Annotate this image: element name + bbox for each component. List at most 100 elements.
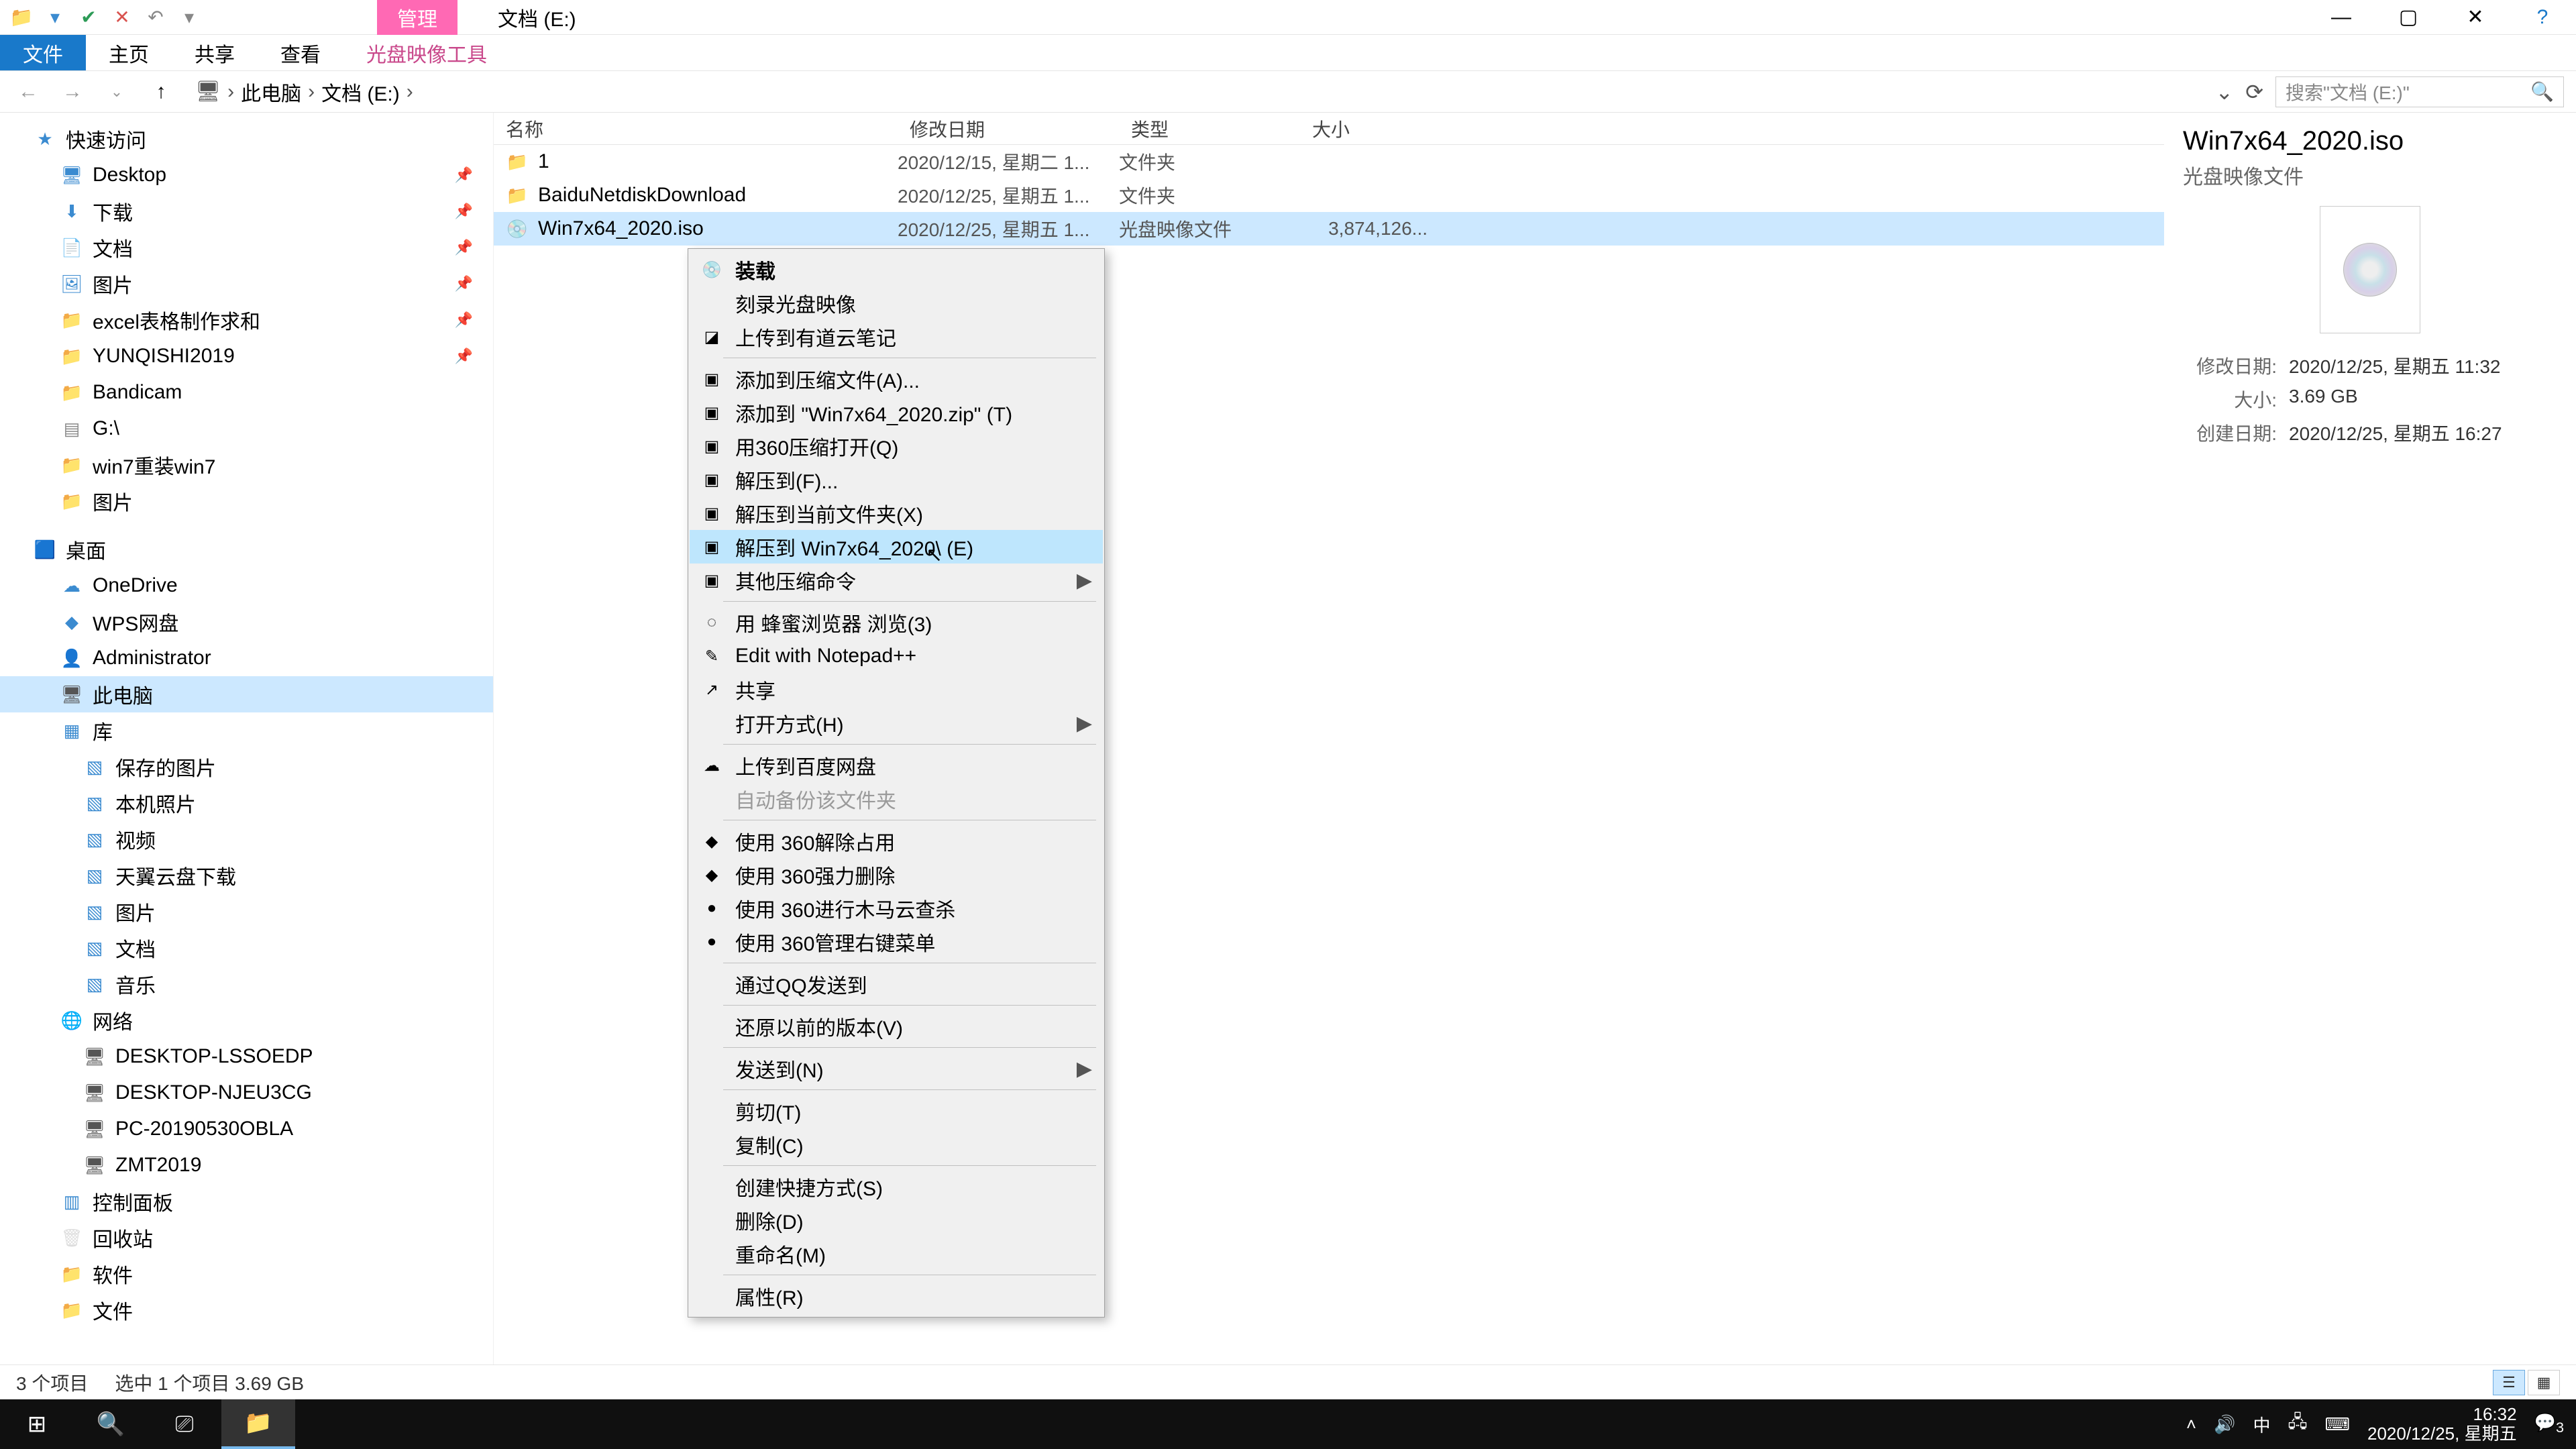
column-header-date[interactable]: 修改日期 [898,115,1119,142]
address-dropdown-icon[interactable]: ⌄ [2215,79,2233,105]
search-input[interactable]: 搜索"文档 (E:)" 🔍 [2275,76,2564,107]
context-menu-item[interactable]: ▣添加到压缩文件(A)... [690,362,1103,396]
nav-item[interactable]: ▧本机照片 [0,785,493,821]
context-menu-item[interactable]: ☁上传到百度网盘 [690,749,1103,782]
nav-back-button[interactable]: ← [12,76,44,108]
nav-item[interactable]: ▧视频 [0,821,493,857]
file-row[interactable]: 📁12020/12/15, 星期二 1...文件夹 [494,145,2164,178]
context-menu-item[interactable]: 通过QQ发送到 [690,967,1103,1001]
qat-undo-icon[interactable]: ↶ [142,4,169,31]
context-menu-item[interactable]: ▣其他压缩命令▶ [690,564,1103,597]
context-menu-item[interactable]: 删除(D) [690,1203,1103,1237]
context-menu-item[interactable]: ▣解压到 Win7x64_2020\ (E) [690,530,1103,564]
nav-item[interactable]: ▥控制面板 [0,1183,493,1220]
tab-view[interactable]: 查看 [258,35,343,70]
qat-dropdown-icon[interactable]: ▾ [176,4,203,31]
context-menu-item[interactable]: ▣解压到(F)... [690,463,1103,496]
task-view-button[interactable]: ⎚ [148,1399,221,1449]
context-menu-item[interactable]: 还原以前的版本(V) [690,1010,1103,1043]
context-menu-item[interactable]: ▣解压到当前文件夹(X) [690,496,1103,530]
tray-overflow-icon[interactable]: ˄ [2186,1414,2196,1435]
context-menu-item[interactable]: 打开方式(H)▶ [690,706,1103,740]
nav-item[interactable]: ▧天翼云盘下载 [0,857,493,894]
help-button[interactable]: ? [2509,0,2576,35]
nav-item[interactable]: 🖥DESKTOP-LSSOEDP [0,1038,493,1075]
nav-item[interactable]: 📁图片 [0,483,493,519]
network-icon[interactable]: 🖧 [2288,1409,2307,1439]
volume-icon[interactable]: 🔊 [2214,1414,2235,1435]
column-header-type[interactable]: 类型 [1119,115,1300,142]
context-menu-item[interactable]: 发送到(N)▶ [690,1052,1103,1085]
nav-item[interactable]: ▧保存的图片 [0,749,493,785]
nav-item[interactable]: ☁OneDrive [0,568,493,604]
context-menu-item[interactable]: ✎Edit with Notepad++ [690,639,1103,673]
maximize-button[interactable]: ▢ [2375,0,2442,35]
nav-item[interactable]: 🖼图片📌 [0,266,493,302]
minimize-button[interactable]: — [2308,0,2375,35]
keyboard-icon[interactable]: ⌨ [2324,1414,2350,1435]
taskbar-clock[interactable]: 16:32 2020/12/25, 星期五 [2367,1405,2517,1443]
context-menu-item[interactable]: 剪切(T) [690,1094,1103,1128]
context-menu-item[interactable]: 刻录光盘映像 [690,286,1103,320]
start-button[interactable]: ⊞ [0,1399,74,1449]
nav-item[interactable]: 📄文档📌 [0,229,493,266]
nav-item[interactable]: ▧图片 [0,894,493,930]
nav-history-dropdown[interactable]: ⌄ [101,76,133,108]
view-icons-button[interactable]: ▦ [2528,1370,2560,1395]
nav-item[interactable]: ▧文档 [0,930,493,966]
context-menu-item[interactable]: ●使用 360管理右键菜单 [690,925,1103,959]
ime-indicator[interactable]: 中 [2253,1412,2270,1437]
qat-check-icon[interactable]: ✔ [75,4,102,31]
search-button[interactable]: 🔍 [74,1399,148,1449]
file-row[interactable]: 💿Win7x64_2020.iso2020/12/25, 星期五 1...光盘映… [494,212,2164,246]
context-menu-item[interactable]: ▣添加到 "Win7x64_2020.zip" (T) [690,396,1103,429]
navigation-pane[interactable]: ★快速访问🖥Desktop📌⬇下载📌📄文档📌🖼图片📌📁excel表格制作求和📌📁… [0,113,494,1410]
context-menu-item[interactable]: ↗共享 [690,673,1103,706]
context-menu-item[interactable]: ◪上传到有道云笔记 [690,320,1103,354]
column-header-size[interactable]: 大小 [1300,115,1448,142]
nav-item[interactable]: ▧音乐 [0,966,493,1002]
explorer-taskbar-button[interactable]: 📁 [221,1399,295,1449]
close-button[interactable]: ✕ [2442,0,2509,35]
nav-item[interactable]: ★快速访问 [0,121,493,157]
breadcrumb-segment[interactable]: 文档 (E:) [321,77,400,107]
context-menu-item[interactable]: 重命名(M) [690,1237,1103,1271]
refresh-icon[interactable]: ⟳ [2245,79,2263,105]
context-menu-item[interactable]: ▣用360压缩打开(Q) [690,429,1103,463]
nav-item[interactable]: 🖥PC-20190530OBLA [0,1111,493,1147]
context-menu-item[interactable]: ◆使用 360解除占用 [690,824,1103,858]
tab-home[interactable]: 主页 [86,35,172,70]
context-menu-item[interactable]: 💿装载 [690,253,1103,286]
context-menu-item[interactable]: 复制(C) [690,1128,1103,1161]
tab-share[interactable]: 共享 [172,35,258,70]
file-row[interactable]: 📁BaiduNetdiskDownload2020/12/25, 星期五 1..… [494,178,2164,212]
nav-item[interactable]: 📁YUNQISHI2019📌 [0,338,493,374]
action-center-icon[interactable]: 💬3 [2534,1412,2564,1436]
breadcrumb-segment[interactable]: 此电脑 [241,77,301,107]
context-menu-item[interactable]: 创建快捷方式(S) [690,1170,1103,1203]
nav-item[interactable]: 🟦桌面 [0,531,493,568]
nav-item[interactable]: 🌐网络 [0,1002,493,1038]
context-menu-item[interactable]: ◌用 蜂蜜浏览器 浏览(3) [690,606,1103,639]
qat-save-icon[interactable]: ▾ [42,4,68,31]
nav-item[interactable]: 🖥ZMT2019 [0,1147,493,1183]
context-menu-item[interactable]: ●使用 360进行木马云查杀 [690,892,1103,925]
nav-item[interactable]: ⬇下载📌 [0,193,493,229]
nav-item[interactable]: 🗑回收站 [0,1220,493,1256]
nav-item[interactable]: 📁软件 [0,1256,493,1292]
nav-item[interactable]: ▦库 [0,712,493,749]
context-menu-item[interactable]: ◆使用 360强力删除 [690,858,1103,892]
nav-item[interactable]: 🖥此电脑 [0,676,493,712]
nav-item[interactable]: 📁Bandicam [0,374,493,411]
breadcrumb[interactable]: 🖥 › 此电脑 › 文档 (E:) › [189,74,2203,110]
nav-item[interactable]: 👤Administrator [0,640,493,676]
nav-item[interactable]: 🖥Desktop📌 [0,157,493,193]
nav-up-button[interactable]: ↑ [145,76,177,108]
nav-item[interactable]: 📁文件 [0,1292,493,1328]
nav-forward-button[interactable]: → [56,76,89,108]
qat-close-icon[interactable]: ✕ [109,4,136,31]
nav-item[interactable]: ◆WPS网盘 [0,604,493,640]
tab-file[interactable]: 文件 [0,35,86,70]
context-menu-item[interactable]: 属性(R) [690,1279,1103,1313]
nav-item[interactable]: 📁excel表格制作求和📌 [0,302,493,338]
